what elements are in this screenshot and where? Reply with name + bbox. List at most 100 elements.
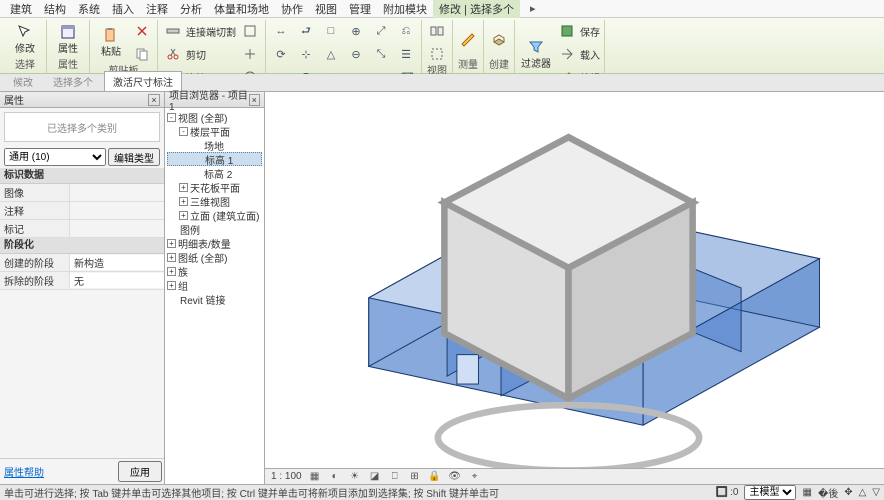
save-sel-button[interactable] — [556, 20, 578, 42]
measure-button[interactable] — [457, 29, 479, 51]
tree-node[interactable]: 图例 — [167, 222, 262, 236]
modify-tool-button[interactable]: 修改 — [8, 22, 42, 58]
type-selector[interactable]: 已选择多个类别 — [4, 112, 160, 142]
properties-help-link[interactable]: 属性帮助 — [0, 462, 48, 481]
project-tree[interactable]: -视图 (全部)-楼层平面场地标高 1标高 2+天花板平面+三维视图+立面 (建… — [165, 108, 264, 484]
tree-node[interactable]: +组 — [167, 278, 262, 292]
tree-node[interactable]: +立面 (建筑立面) — [167, 208, 262, 222]
modify-tool-10[interactable]: ⊖ — [345, 43, 367, 65]
menu-4[interactable]: 注释 — [140, 0, 174, 19]
modify-tool-4[interactable]: ⊹ — [295, 43, 317, 65]
temp-hide-icon[interactable]: 👁 — [448, 470, 462, 484]
tree-node[interactable]: 场地 — [167, 138, 262, 152]
modify-tool-13[interactable]: ⤡ — [370, 43, 392, 65]
tree-node[interactable]: +族 — [167, 264, 262, 278]
tree-node[interactable]: 标高 2 — [167, 166, 262, 180]
properties-button[interactable]: 属性 — [51, 22, 85, 58]
tree-twisty-icon[interactable]: + — [179, 211, 188, 220]
filter-label: 过滤器 — [521, 55, 551, 70]
menu-9[interactable]: 管理 — [343, 0, 377, 19]
menu-5[interactable]: 分析 — [174, 0, 208, 19]
paste-button[interactable]: 粘贴 — [94, 25, 128, 61]
workset-combo[interactable]: 主模型 — [744, 485, 796, 500]
cope-button[interactable] — [162, 20, 184, 42]
status-icon-4[interactable]: △ — [859, 487, 867, 498]
tree-twisty-icon[interactable]: + — [179, 197, 188, 206]
tree-twisty-icon[interactable]: + — [179, 183, 188, 192]
modify-tool-1[interactable]: ⟳ — [270, 43, 292, 65]
status-icon-3[interactable]: ✥ — [844, 487, 852, 498]
status-filter-icon[interactable]: ▽ — [872, 487, 880, 498]
menu-1[interactable]: 结构 — [38, 0, 72, 19]
apply-button[interactable]: 应用 — [118, 461, 162, 482]
modify-tool-0[interactable]: ↔ — [270, 20, 292, 42]
sun-path-icon[interactable]: ☀ — [348, 470, 362, 484]
tree-twisty-icon[interactable]: + — [167, 253, 176, 262]
modify-tool-6[interactable]: □ — [320, 20, 342, 42]
edit-type-button[interactable]: 编辑类型 — [108, 148, 160, 166]
tree-node[interactable]: +图纸 (全部) — [167, 250, 262, 264]
tree-node[interactable]: Revit 链接 — [167, 292, 262, 306]
geom-icon-2[interactable] — [239, 43, 261, 65]
detail-level-icon[interactable]: ▦ — [308, 470, 322, 484]
view-icon-1[interactable] — [426, 20, 448, 42]
menu-3[interactable]: 插入 — [106, 0, 140, 19]
reveal-icon[interactable]: ⌖ — [468, 470, 482, 484]
tree-node[interactable]: +三维视图 — [167, 194, 262, 208]
subtab-1[interactable]: 选择多个 — [44, 71, 102, 91]
tree-node[interactable]: -楼层平面 — [167, 124, 262, 138]
tree-twisty-icon[interactable]: - — [167, 113, 176, 122]
tree-twisty-icon[interactable]: + — [167, 267, 176, 276]
copy-clip-button[interactable] — [131, 43, 153, 65]
menu-6[interactable]: 体量和场地 — [208, 0, 275, 19]
shadows-icon[interactable]: ◪ — [368, 470, 382, 484]
prop-category[interactable]: 标识数据 — [0, 168, 164, 184]
crop-visible-icon[interactable]: ⊞ — [408, 470, 422, 484]
tree-label: 天花板平面 — [190, 180, 240, 195]
crop-icon[interactable]: ⎕ — [388, 470, 402, 484]
status-hint: 单击可进行选择; 按 Tab 键并单击可选择其他项目; 按 Ctrl 键并单击可… — [4, 485, 499, 500]
tree-node[interactable]: 标高 1 — [167, 152, 262, 166]
lock-icon[interactable]: 🔒 — [428, 470, 442, 484]
menu-10[interactable]: 附加模块 — [377, 0, 433, 19]
tree-node[interactable]: +天花板平面 — [167, 180, 262, 194]
menu-overflow-icon[interactable]: ▸ — [524, 0, 542, 17]
cut-clip-button[interactable] — [131, 20, 153, 42]
menu-8[interactable]: 视图 — [309, 0, 343, 19]
scale-display[interactable]: 1 : 100 — [271, 471, 302, 482]
menu-7[interactable]: 协作 — [275, 0, 309, 19]
status-icon-1[interactable]: ▦ — [802, 487, 811, 498]
close-browser-icon[interactable]: × — [249, 94, 260, 106]
menu-11[interactable]: 修改 | 选择多个 — [433, 0, 520, 19]
modify-tool-7[interactable]: △ — [320, 43, 342, 65]
modify-tool-9[interactable]: ⊕ — [345, 20, 367, 42]
close-properties-icon[interactable]: × — [148, 94, 160, 106]
modify-tool-16[interactable]: ☰ — [395, 43, 417, 65]
prop-row: 拆除的阶段无 — [0, 272, 164, 290]
modify-tool-15[interactable]: ⎌ — [395, 20, 417, 42]
tree-twisty-icon[interactable]: + — [167, 281, 176, 290]
cut-geom-button[interactable] — [162, 43, 184, 65]
view-icon-2[interactable] — [426, 43, 448, 65]
tree-twisty-icon[interactable]: + — [167, 239, 176, 248]
create-button[interactable] — [488, 29, 510, 51]
prop-value[interactable]: 无 — [70, 273, 164, 288]
tree-node[interactable]: -视图 (全部) — [167, 110, 262, 124]
modify-tool-12[interactable]: ⤢ — [370, 20, 392, 42]
visual-style-icon[interactable]: ◐ — [328, 470, 342, 484]
instance-combo[interactable]: 通用 (10) — [4, 148, 106, 166]
menu-0[interactable]: 建筑 — [4, 0, 38, 19]
geom-icon-1[interactable] — [239, 20, 261, 42]
subtab-0[interactable]: 候改 — [4, 71, 42, 91]
load-sel-button[interactable] — [556, 43, 578, 65]
viewport-3d[interactable]: 1 : 100 ▦ ◐ ☀ ◪ ⎕ ⊞ 🔒 👁 ⌖ — [265, 92, 884, 484]
prop-category[interactable]: 阶段化 — [0, 238, 164, 254]
filter-button[interactable]: 过滤器 — [519, 36, 553, 72]
modify-tool-3[interactable]: ⮐ — [295, 20, 317, 42]
menu-2[interactable]: 系统 — [72, 0, 106, 19]
tree-node[interactable]: +明细表/数量 — [167, 236, 262, 250]
prop-value[interactable]: 新构造 — [70, 255, 164, 270]
tree-twisty-icon[interactable]: - — [179, 127, 188, 136]
view-cube[interactable] — [265, 98, 878, 484]
status-icon-2[interactable]: �後 — [818, 485, 838, 500]
